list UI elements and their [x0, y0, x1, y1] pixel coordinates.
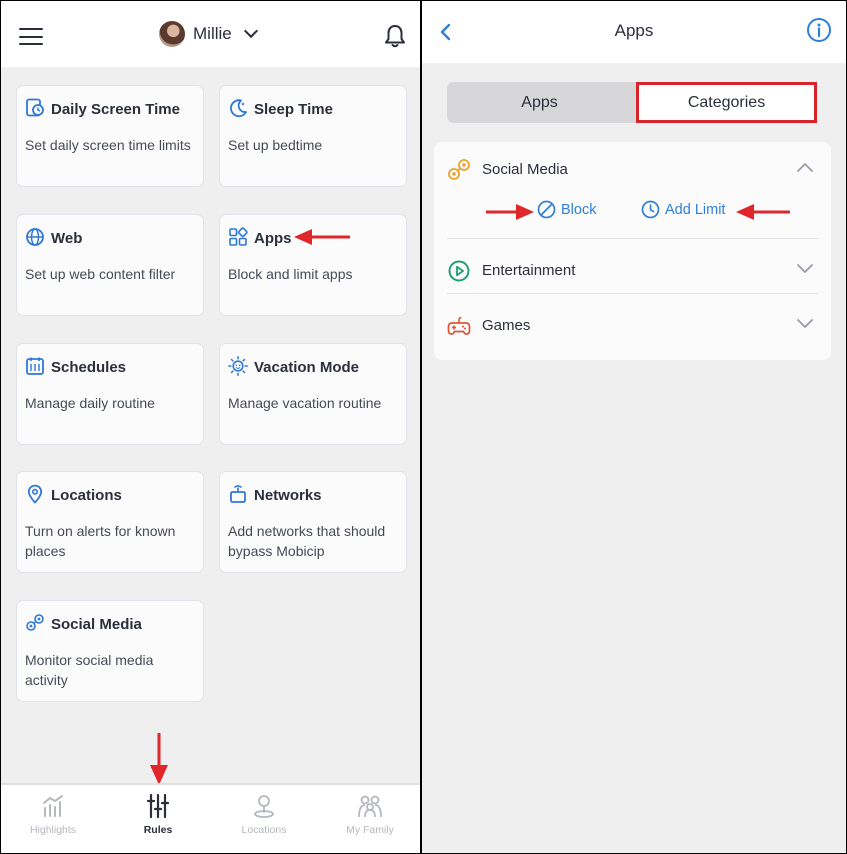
- card-locations[interactable]: Locations Turn on alerts for known place…: [16, 471, 204, 573]
- card-description: Set up web content filter: [25, 266, 176, 282]
- nav-rules[interactable]: Rules: [106, 793, 210, 847]
- card-description: Manage vacation routine: [228, 395, 382, 411]
- divider: [447, 238, 818, 239]
- tab-categories[interactable]: Categories: [636, 82, 817, 123]
- social-media-icon: [26, 614, 44, 631]
- card-title: Vacation Mode: [254, 359, 360, 376]
- divider: [447, 293, 818, 294]
- card-description: Set daily screen time limits: [25, 137, 191, 153]
- category-label: Entertainment: [482, 262, 576, 279]
- card-title: Sleep Time: [254, 101, 333, 118]
- card-title: Web: [51, 230, 83, 247]
- nav-label: My Family: [346, 824, 394, 836]
- card-networks[interactable]: Networks Add networks that should bypass…: [219, 471, 407, 573]
- family-icon: [358, 795, 382, 818]
- block-label: Block: [561, 201, 597, 218]
- card-description: Manage daily routine: [25, 395, 155, 411]
- card-description: Add networks that should bypass Mobicip: [228, 523, 386, 559]
- category-label: Games: [482, 317, 531, 334]
- category-label: Social Media: [482, 161, 568, 178]
- profile-name: Millie: [193, 24, 232, 43]
- add-limit-label: Add Limit: [665, 201, 726, 218]
- card-title: Apps: [254, 230, 292, 247]
- apps-grid-icon: [229, 227, 248, 246]
- location-person-icon: [254, 795, 274, 818]
- nav-locations[interactable]: Locations: [212, 793, 316, 847]
- chart-icon: [43, 795, 63, 817]
- nav-label: Rules: [143, 824, 173, 836]
- card-sleep-time[interactable]: Sleep Time Set up bedtime: [219, 85, 407, 187]
- apps-header: Apps: [422, 1, 846, 63]
- tab-apps[interactable]: Apps: [447, 82, 632, 123]
- card-schedules[interactable]: Schedules Manage daily routine: [16, 343, 204, 445]
- gamepad-icon: [447, 316, 471, 335]
- social-media-icon: [448, 159, 470, 180]
- nav-highlights[interactable]: Highlights: [1, 793, 105, 847]
- rules-header: Millie: [1, 1, 420, 67]
- card-description: Block and limit apps: [228, 266, 353, 282]
- card-title: Daily Screen Time: [51, 101, 180, 118]
- bottom-navigation: Highlights Rules Locations My Family: [1, 783, 420, 853]
- sliders-icon: [146, 793, 170, 819]
- card-title: Networks: [254, 487, 322, 504]
- card-title: Social Media: [51, 616, 142, 633]
- category-row-entertainment[interactable]: Entertainment: [434, 250, 831, 290]
- nav-my-family[interactable]: My Family: [318, 793, 420, 847]
- info-icon[interactable]: [806, 17, 832, 43]
- category-row-games[interactable]: Games: [434, 305, 831, 345]
- block-icon: [537, 200, 556, 219]
- card-title: Locations: [51, 487, 122, 504]
- sun-icon: [228, 356, 248, 376]
- nav-label: Locations: [241, 824, 287, 836]
- chevron-down-icon: [797, 264, 813, 273]
- network-icon: [230, 485, 246, 503]
- segmented-tabs: Apps Categories: [447, 82, 817, 123]
- category-row-social-media[interactable]: Social Media: [434, 149, 831, 189]
- categories-list: Social Media Block Add Limit Entertainme…: [434, 142, 831, 360]
- block-button[interactable]: Block: [537, 200, 596, 219]
- chevron-down-icon: [243, 23, 258, 39]
- annotation-arrow-add-limit: [736, 204, 790, 220]
- globe-icon: [26, 228, 44, 246]
- rules-screen: Millie Daily Screen Time Set daily scree…: [1, 1, 420, 853]
- annotation-arrow-apps: [294, 229, 350, 245]
- card-description: Turn on alerts for known places: [25, 523, 176, 559]
- card-title: Schedules: [51, 359, 127, 376]
- apps-screen: Apps Apps Categories Social Media Block …: [422, 1, 846, 853]
- moon-icon: [230, 99, 247, 118]
- play-icon: [448, 260, 470, 282]
- card-description: Monitor social media activity: [25, 652, 154, 688]
- annotation-arrow-rules: [150, 733, 168, 785]
- add-limit-button[interactable]: Add Limit: [641, 200, 725, 219]
- card-social-media[interactable]: Social Media Monitor social media activi…: [16, 600, 204, 702]
- menu-icon[interactable]: [19, 28, 43, 46]
- screen-time-icon: [26, 98, 44, 117]
- page-title: Apps: [614, 21, 654, 40]
- bell-icon[interactable]: [383, 23, 407, 49]
- annotation-arrow-block: [486, 204, 534, 220]
- avatar: [159, 21, 185, 47]
- profile-switcher[interactable]: Millie: [159, 20, 258, 48]
- card-description: Set up bedtime: [228, 137, 323, 153]
- chevron-up-icon: [797, 163, 813, 172]
- chevron-down-icon: [797, 319, 813, 328]
- clock-icon: [641, 200, 660, 219]
- card-daily-screen-time[interactable]: Daily Screen Time Set daily screen time …: [16, 85, 204, 187]
- card-web[interactable]: Web Set up web content filter: [16, 214, 204, 316]
- calendar-icon: [26, 357, 44, 375]
- nav-label: Highlights: [29, 824, 77, 836]
- location-pin-icon: [27, 484, 43, 504]
- card-vacation-mode[interactable]: Vacation Mode Manage vacation routine: [219, 343, 407, 445]
